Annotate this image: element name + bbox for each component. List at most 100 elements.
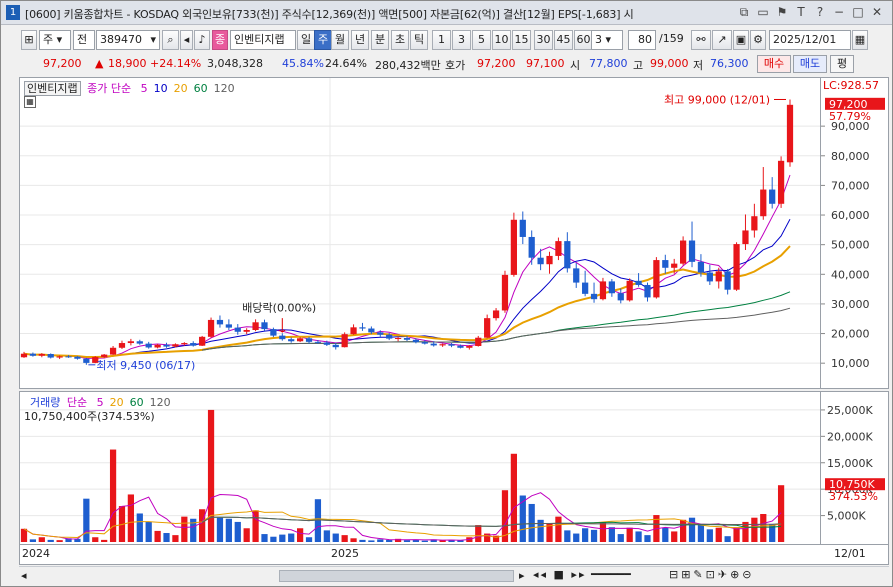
volume-bar: [403, 540, 411, 542]
volume-bar: [243, 528, 250, 542]
period-4-button[interactable]: 년: [351, 30, 369, 50]
candle-body: [154, 344, 161, 348]
volume-bar: [475, 525, 482, 542]
scroll-left-icon[interactable]: ◂: [21, 569, 27, 582]
volume-bar: [715, 527, 722, 542]
chart-settings-icon[interactable]: ⚯: [691, 30, 711, 50]
candle-body: [564, 241, 571, 269]
candle-body: [207, 319, 215, 337]
link-icon[interactable]: ⧉: [737, 5, 751, 20]
candle-body: [332, 344, 339, 348]
layout-icon[interactable]: ⊞: [21, 30, 37, 50]
period-5-button[interactable]: 분: [371, 30, 389, 50]
candle-body: [386, 334, 393, 339]
volume-bar: [181, 516, 188, 542]
candle-body: [537, 257, 544, 265]
volume-axis: 25,000K20,000K15,000K10,000K5,000K10,750…: [821, 391, 889, 545]
tool-icons[interactable]: ⊟⊞✎⊡✈⊕⊝: [669, 568, 755, 581]
code-input[interactable]: 389470 ▾: [96, 30, 160, 50]
all-button[interactable]: 전: [73, 30, 95, 50]
close-icon[interactable]: ✕: [870, 5, 884, 20]
grid-icon[interactable]: ▦: [24, 96, 36, 108]
bid-label: 호가: [445, 59, 466, 72]
window-icon[interactable]: ▭: [756, 5, 770, 20]
period-3-button[interactable]: 월: [331, 30, 349, 50]
calendar-icon[interactable]: ▦: [852, 30, 868, 50]
volume-bar: [635, 531, 642, 542]
volume-bar: [679, 519, 687, 542]
candle-body: [466, 346, 473, 348]
search-icon[interactable]: ⌕: [162, 30, 179, 50]
candle-body: [519, 219, 526, 237]
candle-body: [742, 230, 749, 245]
custom-num-select[interactable]: 3 ▾: [591, 30, 623, 50]
draw-icon[interactable]: ↗: [712, 30, 732, 50]
candle-body: [234, 327, 241, 332]
save-icon[interactable]: ▣: [733, 30, 749, 50]
price-title[interactable]: 인벤티지랩: [24, 81, 81, 96]
interval-30-button[interactable]: 30: [534, 30, 553, 50]
candle-body: [29, 353, 37, 356]
volume-bar: [697, 524, 705, 542]
font-icon[interactable]: T: [794, 5, 808, 20]
gear-icon[interactable]: ⚙: [750, 30, 766, 50]
volume-bar: [216, 517, 224, 542]
scroll-thumb[interactable]: [279, 570, 514, 582]
lc-label: LC:928.57: [823, 79, 879, 92]
ma-120-legend: 120: [213, 82, 235, 95]
candle-body: [528, 236, 535, 258]
sell-button[interactable]: 매도: [793, 55, 827, 73]
date-input[interactable]: 2025/12/01: [769, 30, 851, 50]
price-axis: LC:928.57 90,000 80,000 70,000 60,000 50,000 4…: [821, 77, 889, 389]
period-6-button[interactable]: 초: [391, 30, 409, 50]
playback-icons[interactable]: ◂◂ ■ ▸▸: [533, 568, 586, 581]
maximize-icon[interactable]: □: [851, 5, 865, 20]
prev-stock-icon[interactable]: ◂: [180, 30, 193, 50]
count-total: /159: [659, 32, 684, 45]
market-select[interactable]: 주 ▾: [39, 30, 71, 50]
minimize-icon[interactable]: −: [832, 5, 846, 20]
candle-body: [359, 327, 366, 329]
help-icon[interactable]: ?: [813, 5, 827, 20]
low-label: 저: [693, 59, 704, 72]
buy-button[interactable]: 매수: [757, 55, 791, 73]
period-7-button[interactable]: 틱: [410, 30, 428, 50]
volume-bar: [564, 530, 571, 542]
volume-tick: 5,000K: [827, 510, 866, 523]
interval-45-button[interactable]: 45: [554, 30, 573, 50]
sound-icon[interactable]: ♪: [194, 30, 210, 50]
eval-button[interactable]: 평: [830, 55, 854, 73]
zoom-slider-icon[interactable]: ━━━━━━: [591, 568, 631, 581]
candle-body: [546, 255, 553, 265]
candle-body: [590, 293, 598, 300]
interval-5-button[interactable]: 5: [472, 30, 491, 50]
candle-body: [305, 338, 313, 342]
interval-1-button[interactable]: 1: [432, 30, 451, 50]
interval-10-button[interactable]: 10: [492, 30, 511, 50]
count-input[interactable]: 80: [628, 30, 656, 50]
volume-bar: [56, 540, 63, 542]
scroll-right-icon[interactable]: ▸: [519, 569, 525, 582]
bottom-scrollbar[interactable]: ◂ ▸ ◂◂ ■ ▸▸ ━━━━━━ ⊟⊞✎⊡✈⊕⊝: [19, 566, 889, 584]
candle-body: [786, 104, 794, 163]
volume-bar: [29, 539, 37, 542]
period-2-button[interactable]: 주: [314, 30, 332, 50]
rate-tag: 57.79%: [829, 110, 871, 123]
volume-bar: [760, 514, 767, 542]
candle-body: [697, 261, 705, 273]
high-value: 99,000: [650, 57, 689, 70]
period-1-button[interactable]: 일: [297, 30, 315, 50]
interval-3-button[interactable]: 3: [452, 30, 471, 50]
candle-body: [751, 216, 758, 231]
pin-icon[interactable]: ⚑: [775, 5, 789, 20]
candle-body: [341, 334, 348, 348]
candle-body: [715, 271, 722, 282]
candle-body: [83, 358, 90, 363]
candle-body: [136, 341, 143, 344]
candle-body: [145, 343, 152, 348]
candle-body: [368, 328, 375, 333]
volume-bar: [671, 531, 678, 542]
price-tick: 80,000: [831, 150, 870, 163]
volume-tick: 25,000K: [827, 404, 873, 417]
interval-15-button[interactable]: 15: [512, 30, 531, 50]
